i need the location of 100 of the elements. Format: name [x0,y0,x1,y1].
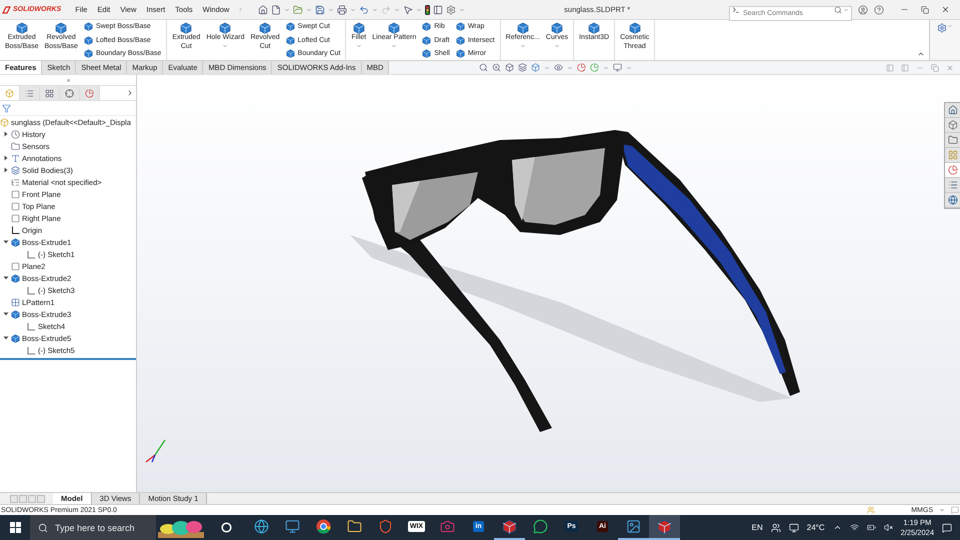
folder-icon [11,142,20,150]
origin-axes-icon [11,226,20,234]
language-indicator[interactable]: EN [752,523,763,532]
configuration-icon[interactable] [45,88,54,98]
cube-icon [352,22,365,34]
cube-icon [84,49,93,58]
panel-tab[interactable] [40,86,60,100]
zoom-to-fit-icon[interactable] [479,63,488,72]
cube-icon [456,49,465,58]
folder-icon[interactable] [948,135,958,145]
expand-arrow-icon[interactable] [2,155,8,161]
command-prompt-icon [732,6,740,14]
show-hidden-icons-icon[interactable] [832,523,842,532]
tile-left-icon[interactable] [886,64,894,72]
cube-icon [422,49,432,58]
cube-icon [55,22,68,34]
monitor-icon[interactable] [613,63,622,72]
cube-icon [286,22,295,31]
view-orientation-icon[interactable] [505,63,514,72]
sketch-icon [27,322,36,330]
splitter-handle-icon[interactable] [66,78,70,82]
cube-icon [588,22,600,34]
zoom-area-icon[interactable] [492,63,502,72]
browser-icon[interactable] [254,519,269,534]
cube-icon [516,22,529,34]
people-icon[interactable] [770,522,781,532]
home-icon[interactable] [258,4,268,14]
task-pane-tab[interactable] [945,163,960,178]
cube-icon [551,22,564,34]
appearance-icon[interactable] [85,88,94,98]
sketch-icon [27,250,36,258]
battery-icon[interactable] [866,523,876,532]
appearance-icon[interactable] [577,63,586,72]
new-document-icon[interactable] [271,4,282,14]
user-icon[interactable] [858,4,868,14]
shield-icon[interactable] [378,519,393,534]
folder-icon[interactable] [347,519,362,534]
cube-icon [388,22,400,34]
more-tabs-icon[interactable] [126,89,134,97]
property-list-icon[interactable] [25,88,34,98]
task-pane-tab[interactable] [945,178,960,193]
cube-icon [180,22,192,34]
undo-icon[interactable] [359,4,370,14]
logo-mark-icon [2,6,11,14]
cube-icon [456,22,465,31]
task-pane-tab[interactable] [945,193,960,208]
settings-icon[interactable] [446,4,456,14]
plane-icon [11,262,20,270]
taskbar-search-field[interactable]: Type here to search [30,515,156,540]
restore-icon[interactable] [921,6,929,14]
display-style-icon[interactable] [531,63,540,72]
muted-speaker-icon[interactable] [884,523,893,532]
camera-icon[interactable] [440,519,455,534]
taskbar-app-button[interactable] [649,515,680,540]
task-pane-tab[interactable] [945,118,960,133]
gear-icon[interactable] [937,23,947,33]
task-pane-tab[interactable] [945,133,960,148]
picture-icon[interactable] [626,519,641,534]
panel-icon[interactable] [433,4,444,14]
collapse-arrow-icon[interactable] [2,239,8,245]
collapse-arrow-icon[interactable] [2,335,8,341]
help-icon[interactable] [874,4,884,14]
collapse-arrow-icon[interactable] [2,311,8,317]
expand-arrow-icon[interactable] [2,167,8,173]
temperature-text[interactable]: 24°C [806,523,825,532]
panel-tab[interactable] [80,86,100,100]
wifi-icon[interactable] [850,523,859,532]
filter-icon[interactable] [2,104,11,112]
print-icon[interactable] [337,4,348,14]
expand-arrow-icon[interactable] [2,131,8,137]
sketch-icon [27,346,36,354]
close-icon[interactable] [941,5,950,14]
tile-right-icon[interactable] [901,64,909,72]
cube-icon [11,238,20,246]
cube-icon [11,274,20,282]
pointer-icon[interactable] [403,4,414,14]
traffic-light-icon[interactable] [425,4,430,14]
chat-bubble-icon[interactable] [533,519,548,534]
open-folder-icon[interactable] [293,4,304,14]
cortana-circle-icon[interactable] [220,522,232,533]
save-icon[interactable] [315,4,326,14]
color-wheel-icon[interactable] [948,165,958,175]
panel-tab[interactable] [60,86,80,100]
browser-icon[interactable] [316,519,331,534]
caret-icon[interactable] [939,507,945,513]
notifications-icon[interactable] [942,522,952,532]
collapse-ribbon-icon[interactable] [917,50,925,58]
globe-icon[interactable] [948,195,958,205]
home-icon[interactable] [948,105,958,115]
scene-icon[interactable] [590,63,600,72]
crosshair-icon[interactable] [65,88,74,98]
monitor-icon[interactable] [285,519,300,534]
search-icon[interactable] [834,6,842,14]
parts-library-icon[interactable] [948,120,958,130]
hide-show-icon[interactable] [554,63,564,72]
history-icon [11,130,20,138]
windows-start-icon[interactable] [10,522,20,533]
task-pane-tab[interactable] [945,103,960,118]
collapse-arrow-icon[interactable] [2,275,8,281]
cube-icon [11,334,20,342]
